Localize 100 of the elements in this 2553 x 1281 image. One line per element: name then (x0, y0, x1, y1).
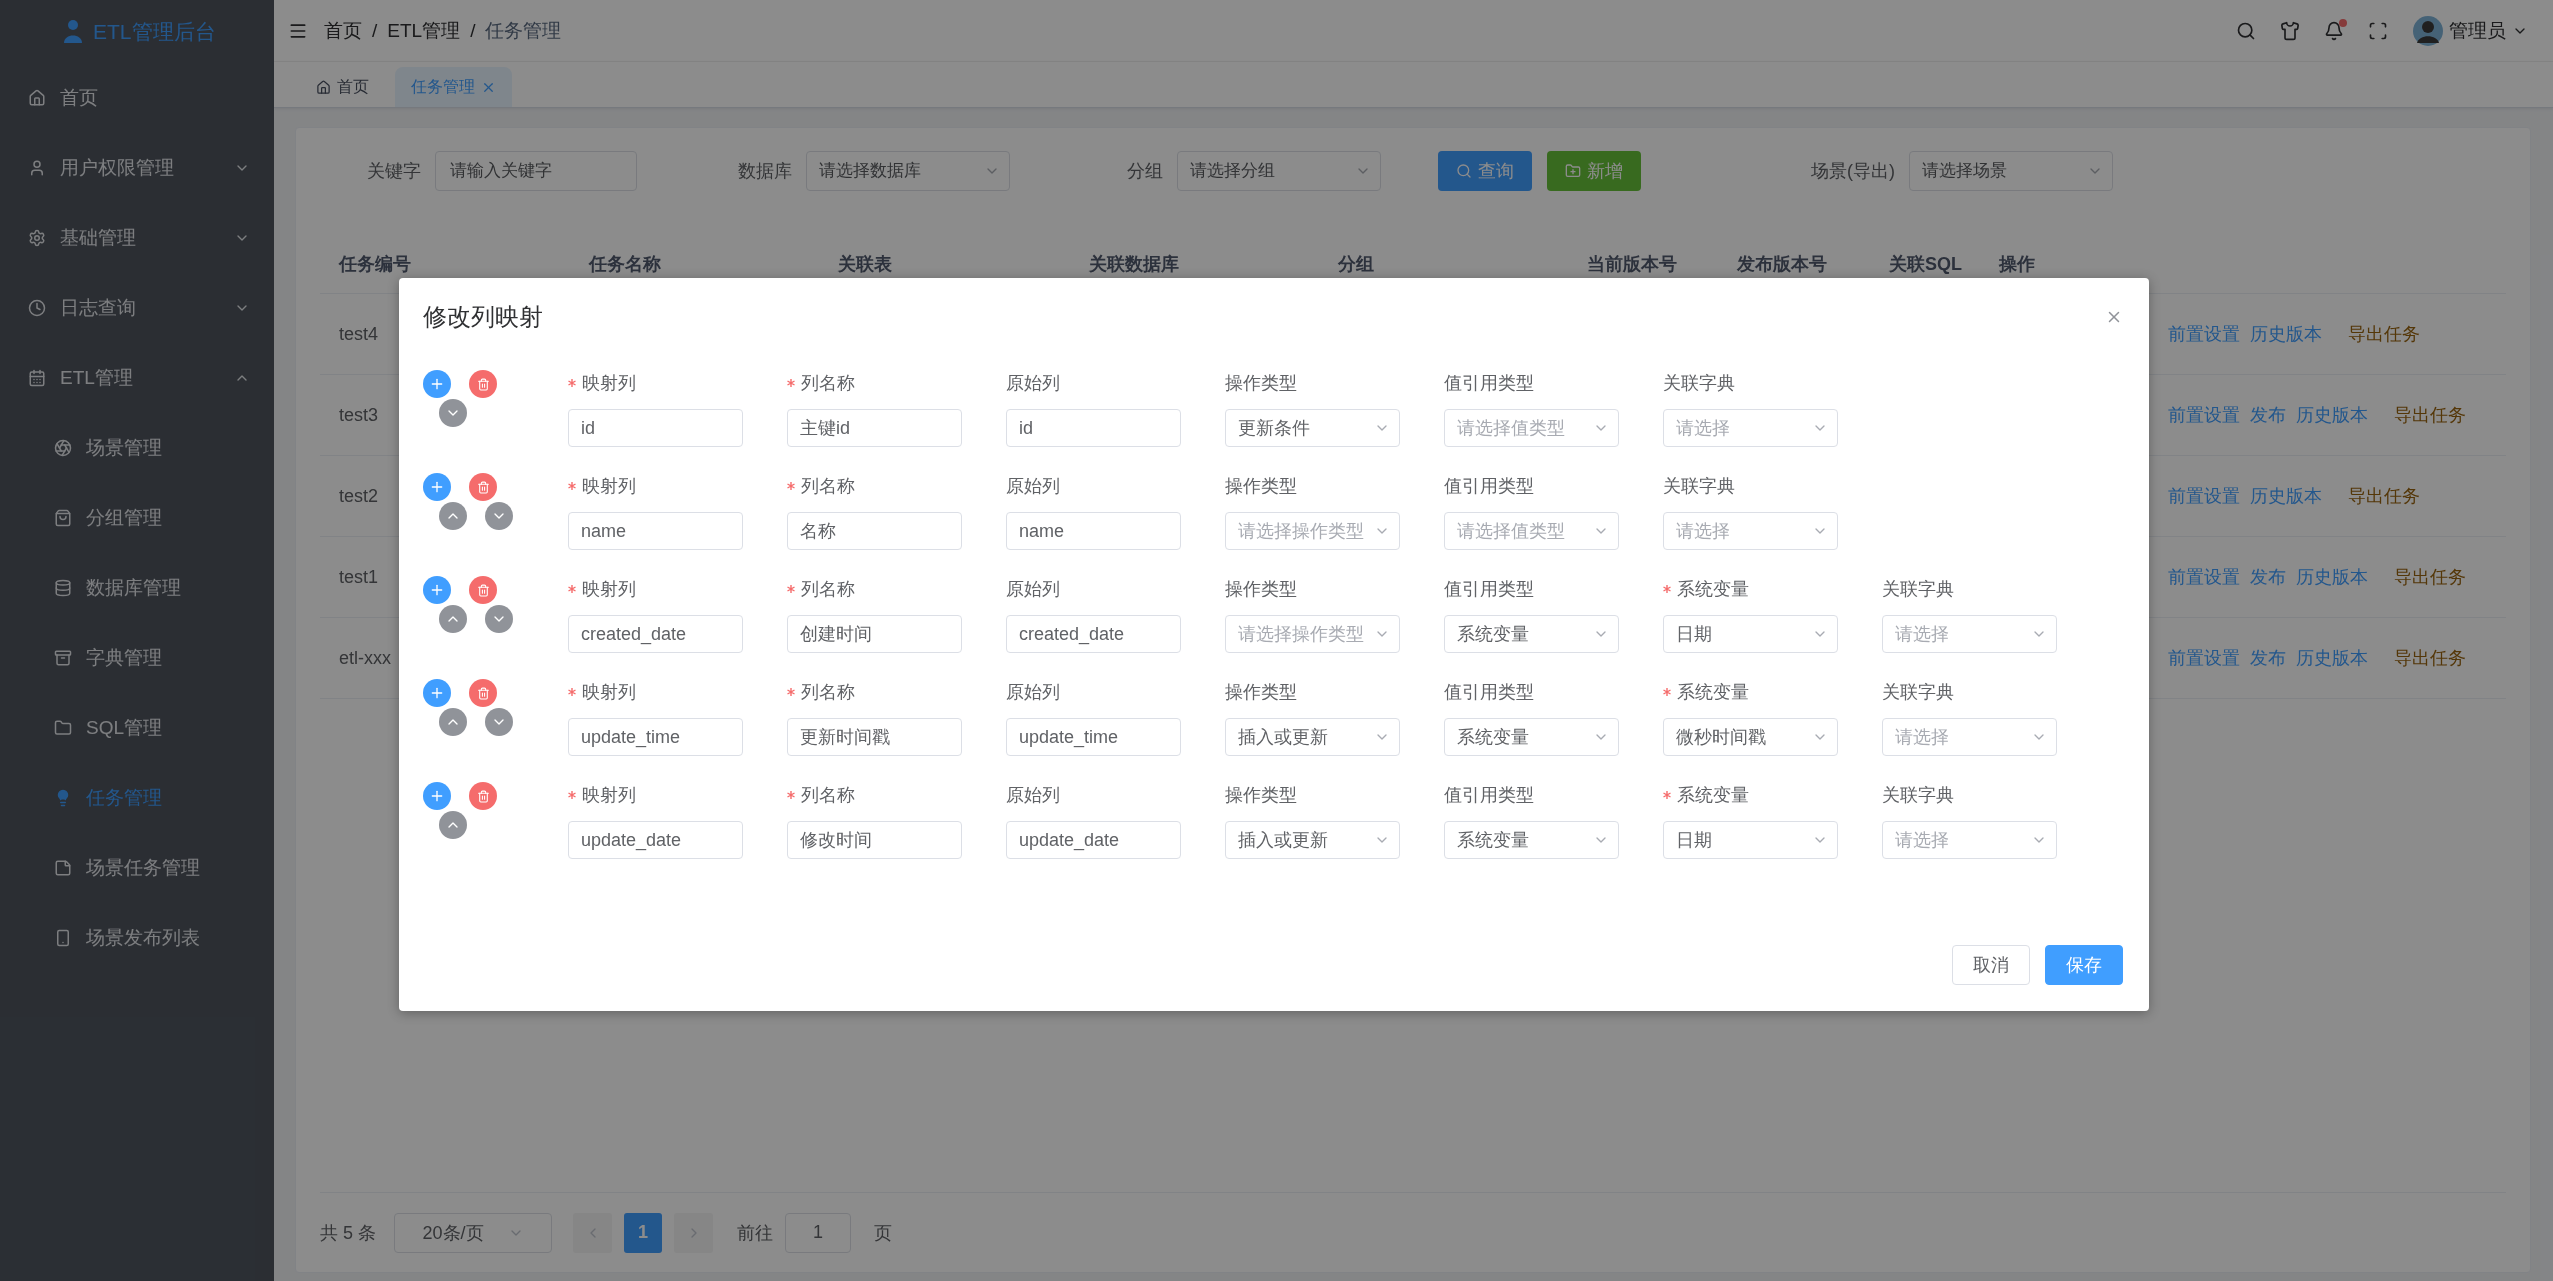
text-field[interactable]: 创建时间 (787, 615, 962, 653)
text-field[interactable]: update_date (568, 821, 743, 859)
select-field[interactable]: 请选择 (1882, 718, 2057, 756)
text-field[interactable]: name (568, 512, 743, 550)
move-up-button[interactable] (439, 605, 467, 633)
submenu-item[interactable]: 场景发布列表 (0, 903, 274, 973)
text-field[interactable]: update_time (1006, 718, 1181, 756)
page-size-select[interactable]: 20条/页 (394, 1212, 552, 1253)
text-field[interactable]: update_time (568, 718, 743, 756)
database-select[interactable]: 请选择数据库 (806, 151, 1010, 191)
text-field[interactable]: id (1006, 409, 1181, 447)
select-field[interactable]: 系统变量 (1444, 718, 1619, 756)
submenu-item[interactable]: 场景任务管理 (0, 833, 274, 903)
scene-select[interactable]: 请选择场景 (1909, 151, 2113, 191)
delete-row-button[interactable] (469, 679, 497, 707)
add-row-button[interactable] (423, 370, 451, 398)
select-field[interactable]: 请选择 (1882, 615, 2057, 653)
delete-row-button[interactable] (469, 782, 497, 810)
goto-page-field[interactable]: 1 (785, 1212, 851, 1253)
move-up-button[interactable] (439, 708, 467, 736)
delete-row-button[interactable] (469, 576, 497, 604)
submenu-item[interactable]: 数据库管理 (0, 553, 274, 623)
action-link[interactable]: 历史版本 (2250, 484, 2322, 508)
action-link[interactable]: 前置设置 (2168, 403, 2240, 427)
action-link[interactable]: 历史版本 (2296, 565, 2368, 589)
sidebar-item[interactable]: 基础管理 (0, 203, 274, 273)
action-link[interactable]: 前置设置 (2168, 565, 2240, 589)
select-field[interactable]: 日期 (1663, 821, 1838, 859)
submenu-item[interactable]: 任务管理 (0, 763, 274, 833)
add-row-button[interactable] (423, 679, 451, 707)
text-field[interactable]: 名称 (787, 512, 962, 550)
action-link[interactable]: 发布 (2250, 565, 2286, 589)
submenu-item[interactable]: SQL管理 (0, 693, 274, 763)
action-link[interactable]: 导出任务 (2348, 322, 2420, 346)
submenu-item[interactable]: 字典管理 (0, 623, 274, 693)
action-link[interactable]: 前置设置 (2168, 484, 2240, 508)
page-tab[interactable]: 任务管理 (395, 67, 512, 107)
text-field[interactable]: update_date (1006, 821, 1181, 859)
select-field[interactable]: 请选择值类型 (1444, 409, 1619, 447)
text-field[interactable]: created_date (568, 615, 743, 653)
select-field[interactable]: 请选择值类型 (1444, 512, 1619, 550)
breadcrumb-item[interactable]: ETL管理 (387, 17, 461, 44)
fullscreen-icon[interactable] (2368, 20, 2388, 41)
avatar[interactable] (2413, 15, 2443, 46)
user-name[interactable]: 管理员 (2449, 17, 2506, 44)
delete-row-button[interactable] (469, 370, 497, 398)
select-field[interactable]: 系统变量 (1444, 615, 1619, 653)
action-link[interactable]: 历史版本 (2250, 322, 2322, 346)
action-link[interactable]: 发布 (2250, 403, 2286, 427)
select-field[interactable]: 更新条件 (1225, 409, 1400, 447)
action-link[interactable]: 导出任务 (2394, 403, 2466, 427)
bell-icon[interactable] (2324, 20, 2344, 41)
move-up-button[interactable] (439, 811, 467, 839)
add-row-button[interactable] (423, 576, 451, 604)
add-row-button[interactable] (423, 473, 451, 501)
action-link[interactable]: 导出任务 (2394, 646, 2466, 670)
search-icon[interactable] (2236, 20, 2256, 41)
select-field[interactable]: 请选择 (1663, 409, 1838, 447)
query-button[interactable]: 查询 (1438, 151, 1532, 191)
action-link[interactable]: 发布 (2250, 646, 2286, 670)
submenu-item[interactable]: 分组管理 (0, 483, 274, 553)
move-down-button[interactable] (485, 502, 513, 530)
sidebar-item[interactable]: 用户权限管理 (0, 133, 274, 203)
page-number[interactable]: 1 (624, 1212, 662, 1253)
move-down-button[interactable] (439, 399, 467, 427)
text-field[interactable]: 主键id (787, 409, 962, 447)
shirt-icon[interactable] (2280, 20, 2300, 41)
select-field[interactable]: 日期 (1663, 615, 1838, 653)
action-link[interactable]: 历史版本 (2296, 646, 2368, 670)
select-field[interactable]: 插入或更新 (1225, 718, 1400, 756)
add-button[interactable]: 新增 (1547, 151, 1641, 191)
text-field[interactable]: name (1006, 512, 1181, 550)
sidebar-item[interactable]: 日志查询 (0, 273, 274, 343)
text-field[interactable]: id (568, 409, 743, 447)
move-down-button[interactable] (485, 708, 513, 736)
text-field[interactable]: 修改时间 (787, 821, 962, 859)
select-field[interactable]: 请选择 (1663, 512, 1838, 550)
select-field[interactable]: 请选择操作类型 (1225, 512, 1400, 550)
action-link[interactable]: 前置设置 (2168, 646, 2240, 670)
sidebar-item[interactable]: 首页 (0, 63, 274, 133)
submenu-item[interactable]: 场景管理 (0, 413, 274, 483)
action-link[interactable]: 导出任务 (2348, 484, 2420, 508)
keyword-field[interactable]: 请输入关键字 (435, 151, 637, 191)
sidebar-item[interactable]: ETL管理 (0, 343, 274, 413)
action-link[interactable]: 导出任务 (2394, 565, 2466, 589)
text-field[interactable]: 更新时间戳 (787, 718, 962, 756)
action-link[interactable]: 前置设置 (2168, 322, 2240, 346)
select-field[interactable]: 微秒时间戳 (1663, 718, 1838, 756)
move-down-button[interactable] (485, 605, 513, 633)
select-field[interactable]: 系统变量 (1444, 821, 1619, 859)
save-button[interactable]: 保存 (2045, 945, 2123, 985)
text-field[interactable]: created_date (1006, 615, 1181, 653)
select-field[interactable]: 请选择 (1882, 821, 2057, 859)
action-link[interactable]: 历史版本 (2296, 403, 2368, 427)
move-up-button[interactable] (439, 502, 467, 530)
add-row-button[interactable] (423, 782, 451, 810)
cancel-button[interactable]: 取消 (1952, 945, 2030, 985)
group-select[interactable]: 请选择分组 (1177, 151, 1381, 191)
delete-row-button[interactable] (469, 473, 497, 501)
page-tab[interactable]: 首页 (300, 67, 385, 107)
